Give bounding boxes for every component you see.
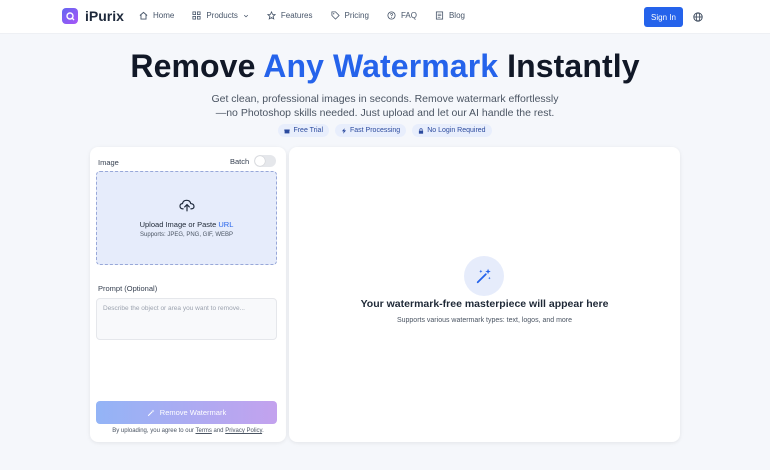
prompt-label: Prompt (Optional)	[98, 284, 158, 293]
grid-icon	[192, 11, 201, 20]
nav-pricing[interactable]: Pricing	[330, 11, 369, 20]
help-circle-icon	[387, 11, 396, 20]
nav-home-label: Home	[153, 11, 175, 20]
nav-features[interactable]: Features	[266, 11, 313, 20]
nav-products[interactable]: Products	[192, 11, 249, 20]
upload-text: Upload Image or Paste	[139, 220, 219, 229]
result-placeholder-title: Your watermark-free masterpiece will app…	[360, 298, 609, 310]
title-accent: Any Watermark	[263, 48, 499, 84]
batch-toggle[interactable]	[254, 155, 276, 167]
globe-icon[interactable]	[693, 12, 703, 22]
gift-icon	[284, 129, 291, 133]
star-icon	[266, 11, 276, 20]
feature-badges: Free Trial Fast Processing No Login Requ…	[0, 124, 770, 137]
cloud-upload-icon	[179, 199, 195, 212]
page-subtitle: Get clean, professional images in second…	[205, 92, 565, 120]
image-label: Image	[98, 158, 119, 167]
logo[interactable]: iPurix	[62, 8, 124, 24]
badge-label: No Login Required	[427, 127, 486, 134]
main-nav: Home Products Features Pricing FAQ Blog	[139, 11, 483, 20]
terms-notice: By uploading, you agree to our Terms and…	[90, 428, 286, 434]
upload-instructions: Upload Image or Paste URL	[97, 220, 276, 229]
home-icon	[139, 11, 148, 20]
result-placeholder-badge	[464, 256, 504, 296]
title-part-2: Instantly	[498, 48, 640, 84]
magic-wand-icon	[476, 268, 491, 284]
badge-label: Free Trial	[293, 127, 323, 134]
subtitle-line-1: Get clean, professional images in second…	[211, 93, 559, 105]
upload-panel: Image Batch Upload Image or Paste URL Su…	[90, 147, 286, 442]
nav-pricing-label: Pricing	[344, 11, 369, 20]
result-placeholder-subtitle: Supports various watermark types: text, …	[396, 317, 573, 324]
nav-home[interactable]: Home	[139, 11, 174, 20]
document-icon	[435, 11, 444, 20]
chevron-down-icon	[243, 14, 248, 17]
toggle-knob	[255, 156, 265, 166]
batch-label: Batch	[230, 157, 250, 166]
nav-blog-label: Blog	[448, 11, 465, 20]
supported-formats: Supports: JPEG, PNG, GIF, WEBP	[139, 232, 234, 238]
upload-dropzone[interactable]: Upload Image or Paste URL Supports: JPEG…	[96, 171, 277, 265]
badge-free-trial: Free Trial	[278, 124, 329, 137]
subtitle-line-2: —no Photoshop skills needed. Just upload…	[215, 107, 555, 119]
nav-products-label: Products	[206, 11, 238, 20]
sign-in-button[interactable]: Sign In	[644, 7, 683, 27]
badge-no-login: No Login Required	[412, 124, 492, 137]
tag-icon	[330, 11, 340, 20]
page-title: Remove Any Watermark Instantly	[0, 48, 770, 85]
remove-button-label: Remove Watermark	[159, 408, 227, 417]
lock-icon	[419, 127, 424, 134]
top-navbar: iPurix Home Products Features Pricing FA…	[0, 0, 770, 34]
nav-blog[interactable]: Blog	[435, 11, 465, 20]
paste-url-link[interactable]: URL	[218, 220, 233, 229]
badge-fast-processing: Fast Processing	[335, 124, 407, 137]
terms-prefix: By uploading, you agree to our	[112, 428, 196, 434]
terms-link[interactable]: Terms	[196, 428, 212, 434]
terms-suffix: .	[262, 428, 264, 434]
privacy-policy-link[interactable]: Privacy Policy	[225, 428, 262, 434]
terms-and: and	[211, 428, 226, 434]
title-part-1: Remove	[130, 48, 264, 84]
bolt-icon	[341, 127, 347, 134]
badge-label: Fast Processing	[350, 127, 401, 134]
logo-icon	[62, 8, 78, 24]
logo-text: iPurix	[85, 8, 124, 24]
magic-wand-icon	[147, 409, 155, 416]
nav-features-label: Features	[280, 11, 313, 20]
result-panel: Your watermark-free masterpiece will app…	[289, 147, 680, 442]
nav-faq-label: FAQ	[400, 11, 417, 20]
remove-watermark-button[interactable]: Remove Watermark	[96, 401, 277, 424]
nav-faq[interactable]: FAQ	[387, 11, 417, 20]
prompt-input[interactable]: Describe the object or area you want to …	[96, 298, 277, 340]
